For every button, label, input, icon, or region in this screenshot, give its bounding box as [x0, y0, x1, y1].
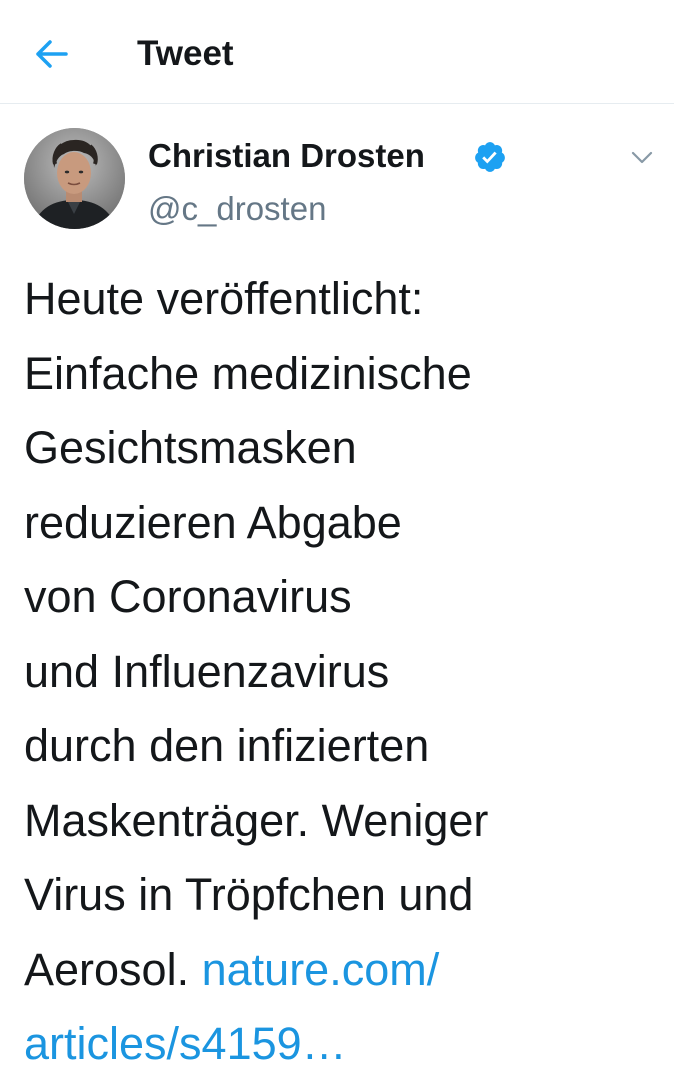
tweet-text-line-with-link: Aerosol. nature.com/ [24, 933, 664, 1008]
tweet-text-line: Heute veröffentlicht: [24, 273, 424, 324]
tweet-text-line: Einfache medizinische [24, 347, 472, 399]
tweet-text-line: Gesichtsmasken [24, 422, 357, 473]
tweet-text: Heute veröffentlicht: Einfache medizinis… [24, 262, 664, 1082]
tweet-menu-button[interactable] [620, 138, 664, 178]
article-link-continued[interactable]: articles/s4159… [24, 1007, 664, 1082]
avatar-photo [24, 128, 125, 229]
tweet-text-line: Maskenträger. Weniger [24, 794, 489, 846]
author-handle[interactable]: @c_drosten [148, 188, 326, 230]
back-button[interactable] [30, 34, 74, 74]
tweet-text-line: und Influenzavirus [24, 645, 390, 697]
author-display-name[interactable]: Christian Drosten [148, 135, 425, 177]
chevron-down-icon [631, 151, 653, 164]
tweet-text-line: Virus in Tröpfchen und [24, 869, 474, 920]
tweet-text-segment: Aerosol. [24, 943, 190, 995]
tweet-text-line: durch den infizierten [24, 720, 430, 771]
article-link[interactable]: nature.com/ [202, 944, 440, 995]
tweet-text-line: reduzieren Abgabe [24, 496, 402, 548]
arrow-left-icon [36, 40, 68, 68]
top-bar: Tweet [0, 0, 674, 104]
page-title: Tweet [137, 34, 234, 73]
tweet-text-line: von Coronavirus [24, 571, 352, 622]
avatar[interactable] [24, 128, 125, 229]
verified-badge-icon [475, 142, 505, 172]
